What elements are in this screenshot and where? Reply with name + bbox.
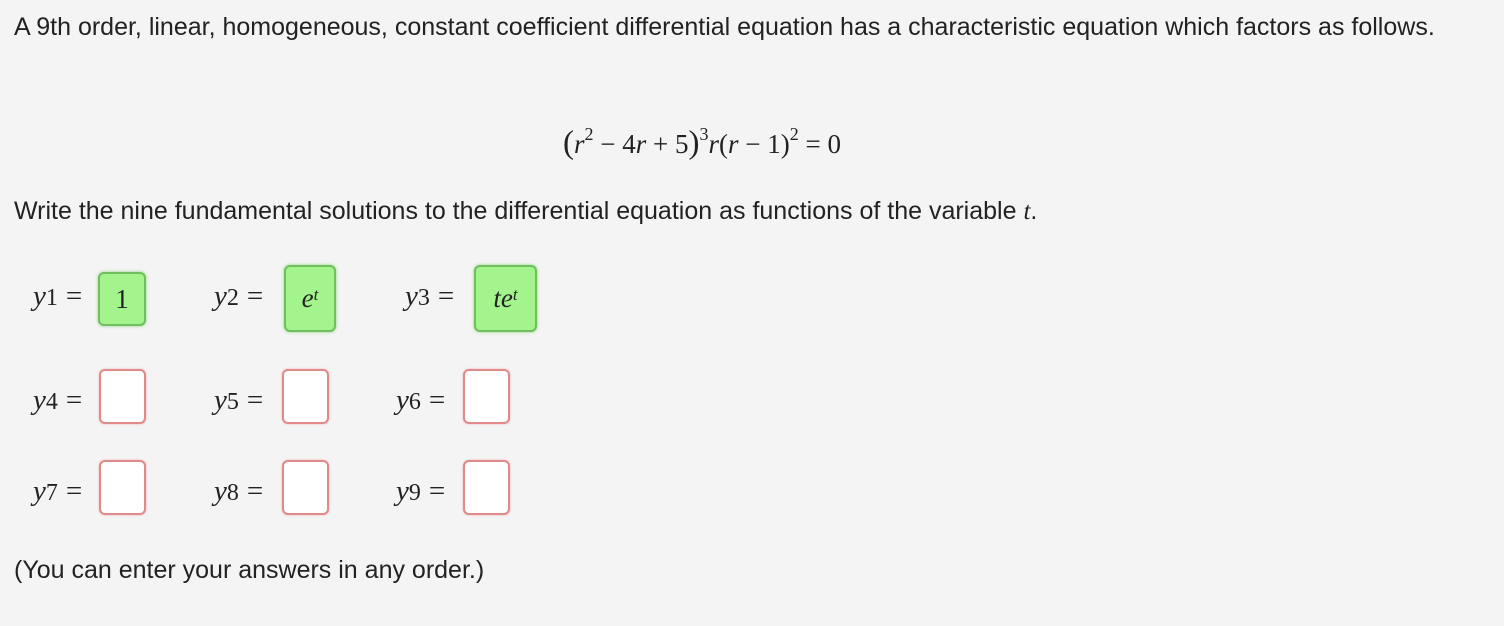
eq-r: r	[574, 129, 585, 159]
eq-r4: r	[728, 129, 739, 159]
label-y5: y5 =	[214, 384, 264, 416]
eq-open: (	[719, 129, 729, 159]
eq-minus-4: − 4	[593, 129, 636, 159]
answer-field-y1[interactable]: 1	[98, 272, 146, 326]
answer-field-y4[interactable]	[99, 369, 146, 424]
characteristic-equation: (r2 − 4r + 5)3r(r − 1)2 = 0	[563, 112, 841, 169]
label-y2: y2 =	[214, 280, 264, 312]
eq-exp-3: 3	[699, 124, 709, 144]
label-y6: y6 =	[396, 384, 446, 416]
label-y8: y8 =	[214, 475, 264, 507]
instruction-period: .	[1030, 197, 1038, 225]
eq-r3: r	[708, 129, 720, 159]
answer-field-y6[interactable]	[463, 369, 510, 424]
answer-field-y7[interactable]	[99, 460, 146, 515]
label-y3: y3 =	[405, 280, 455, 312]
answer-field-y2[interactable]: et	[284, 265, 336, 332]
answer-field-y9[interactable]	[463, 460, 510, 515]
label-y4: y4 =	[33, 384, 83, 416]
eq-r2: r	[635, 129, 647, 159]
answer-order-note: (You can enter your answers in any order…	[14, 556, 485, 584]
instruction-text: Write the nine fundamental solutions to …	[14, 197, 1024, 225]
question-instruction: Write the nine fundamental solutions to …	[14, 191, 1037, 232]
question-intro: A 9th order, linear, homogeneous, consta…	[14, 13, 1435, 41]
label-y1: y1 =	[33, 280, 83, 312]
eq-minus-1: − 1)	[738, 129, 790, 159]
label-y7: y7 =	[33, 475, 83, 507]
answer-field-y8[interactable]	[282, 460, 329, 515]
label-y9: y9 =	[396, 475, 446, 507]
paren-open: (	[563, 125, 574, 161]
eq-exp-2b: 2	[789, 124, 799, 144]
eq-equals-0: = 0	[798, 129, 841, 159]
eq-exp-2: 2	[584, 124, 594, 144]
answer-field-y3[interactable]: te t	[474, 265, 537, 332]
paren-close: )	[688, 125, 700, 161]
eq-plus-5: + 5	[646, 129, 689, 159]
answer-field-y5[interactable]	[282, 369, 329, 424]
